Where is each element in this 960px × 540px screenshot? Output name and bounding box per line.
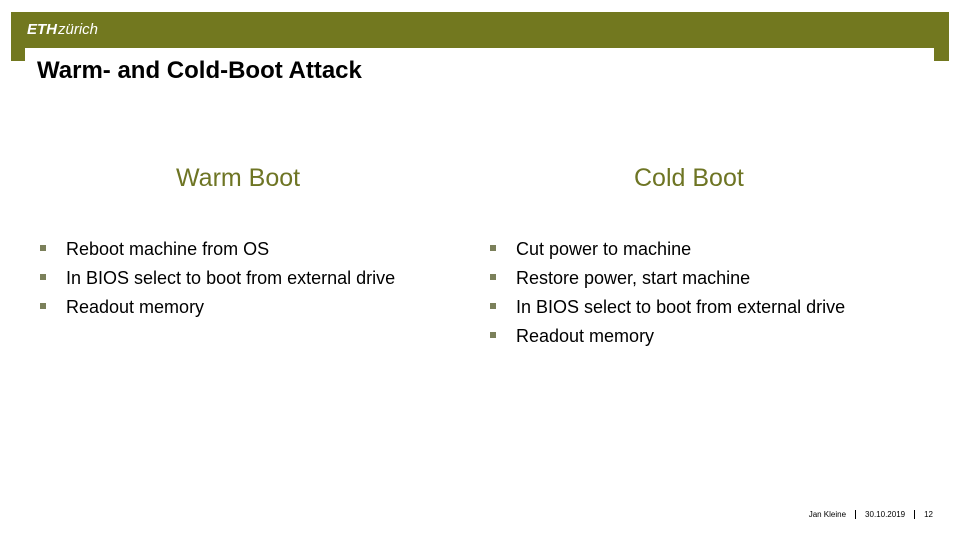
cold-boot-list: Cut power to machine Restore power, star… xyxy=(487,236,845,352)
footer-divider xyxy=(855,510,857,520)
footer-page-number: 12 xyxy=(924,510,933,519)
slide-title: Warm- and Cold-Boot Attack xyxy=(37,57,362,84)
list-item: Readout memory xyxy=(37,294,395,323)
square-bullet-icon xyxy=(40,274,46,280)
warm-boot-heading: Warm Boot xyxy=(176,164,301,192)
list-item-text: Readout memory xyxy=(66,297,205,317)
warm-boot-list: Reboot machine from OS In BIOS select to… xyxy=(37,236,395,323)
square-bullet-icon xyxy=(40,303,46,309)
list-item: In BIOS select to boot from external dri… xyxy=(37,265,395,294)
square-bullet-icon xyxy=(490,303,496,309)
square-bullet-icon xyxy=(490,332,496,338)
list-item: Reboot machine from OS xyxy=(37,236,395,265)
list-item-text: Restore power, start machine xyxy=(516,268,751,288)
logo-eth: ETH xyxy=(27,21,57,38)
eth-logo: ETHzürich xyxy=(27,20,98,40)
cold-boot-heading: Cold Boot xyxy=(634,164,744,192)
list-item: Readout memory xyxy=(487,323,845,352)
header-decoration-right xyxy=(934,48,949,61)
list-item-text: Cut power to machine xyxy=(516,239,692,259)
list-item: Cut power to machine xyxy=(487,236,845,265)
header-bar xyxy=(11,12,949,48)
header-decoration-left xyxy=(11,48,25,61)
square-bullet-icon xyxy=(490,274,496,280)
list-item: Restore power, start machine xyxy=(487,265,845,294)
list-item: In BIOS select to boot from external dri… xyxy=(487,294,845,323)
footer-date: 30.10.2019 xyxy=(865,510,906,519)
list-item-text: In BIOS select to boot from external dri… xyxy=(66,268,396,288)
list-item-text: Readout memory xyxy=(516,326,655,346)
square-bullet-icon xyxy=(490,245,496,251)
list-item-text: Reboot machine from OS xyxy=(66,239,270,259)
logo-zurich: zürich xyxy=(58,21,99,38)
list-item-text: In BIOS select to boot from external dri… xyxy=(516,297,846,317)
square-bullet-icon xyxy=(40,245,46,251)
footer-divider xyxy=(914,510,916,520)
slide-footer: Jan Kleine 30.10.2019 12 xyxy=(809,509,933,521)
footer-author: Jan Kleine xyxy=(808,510,847,519)
